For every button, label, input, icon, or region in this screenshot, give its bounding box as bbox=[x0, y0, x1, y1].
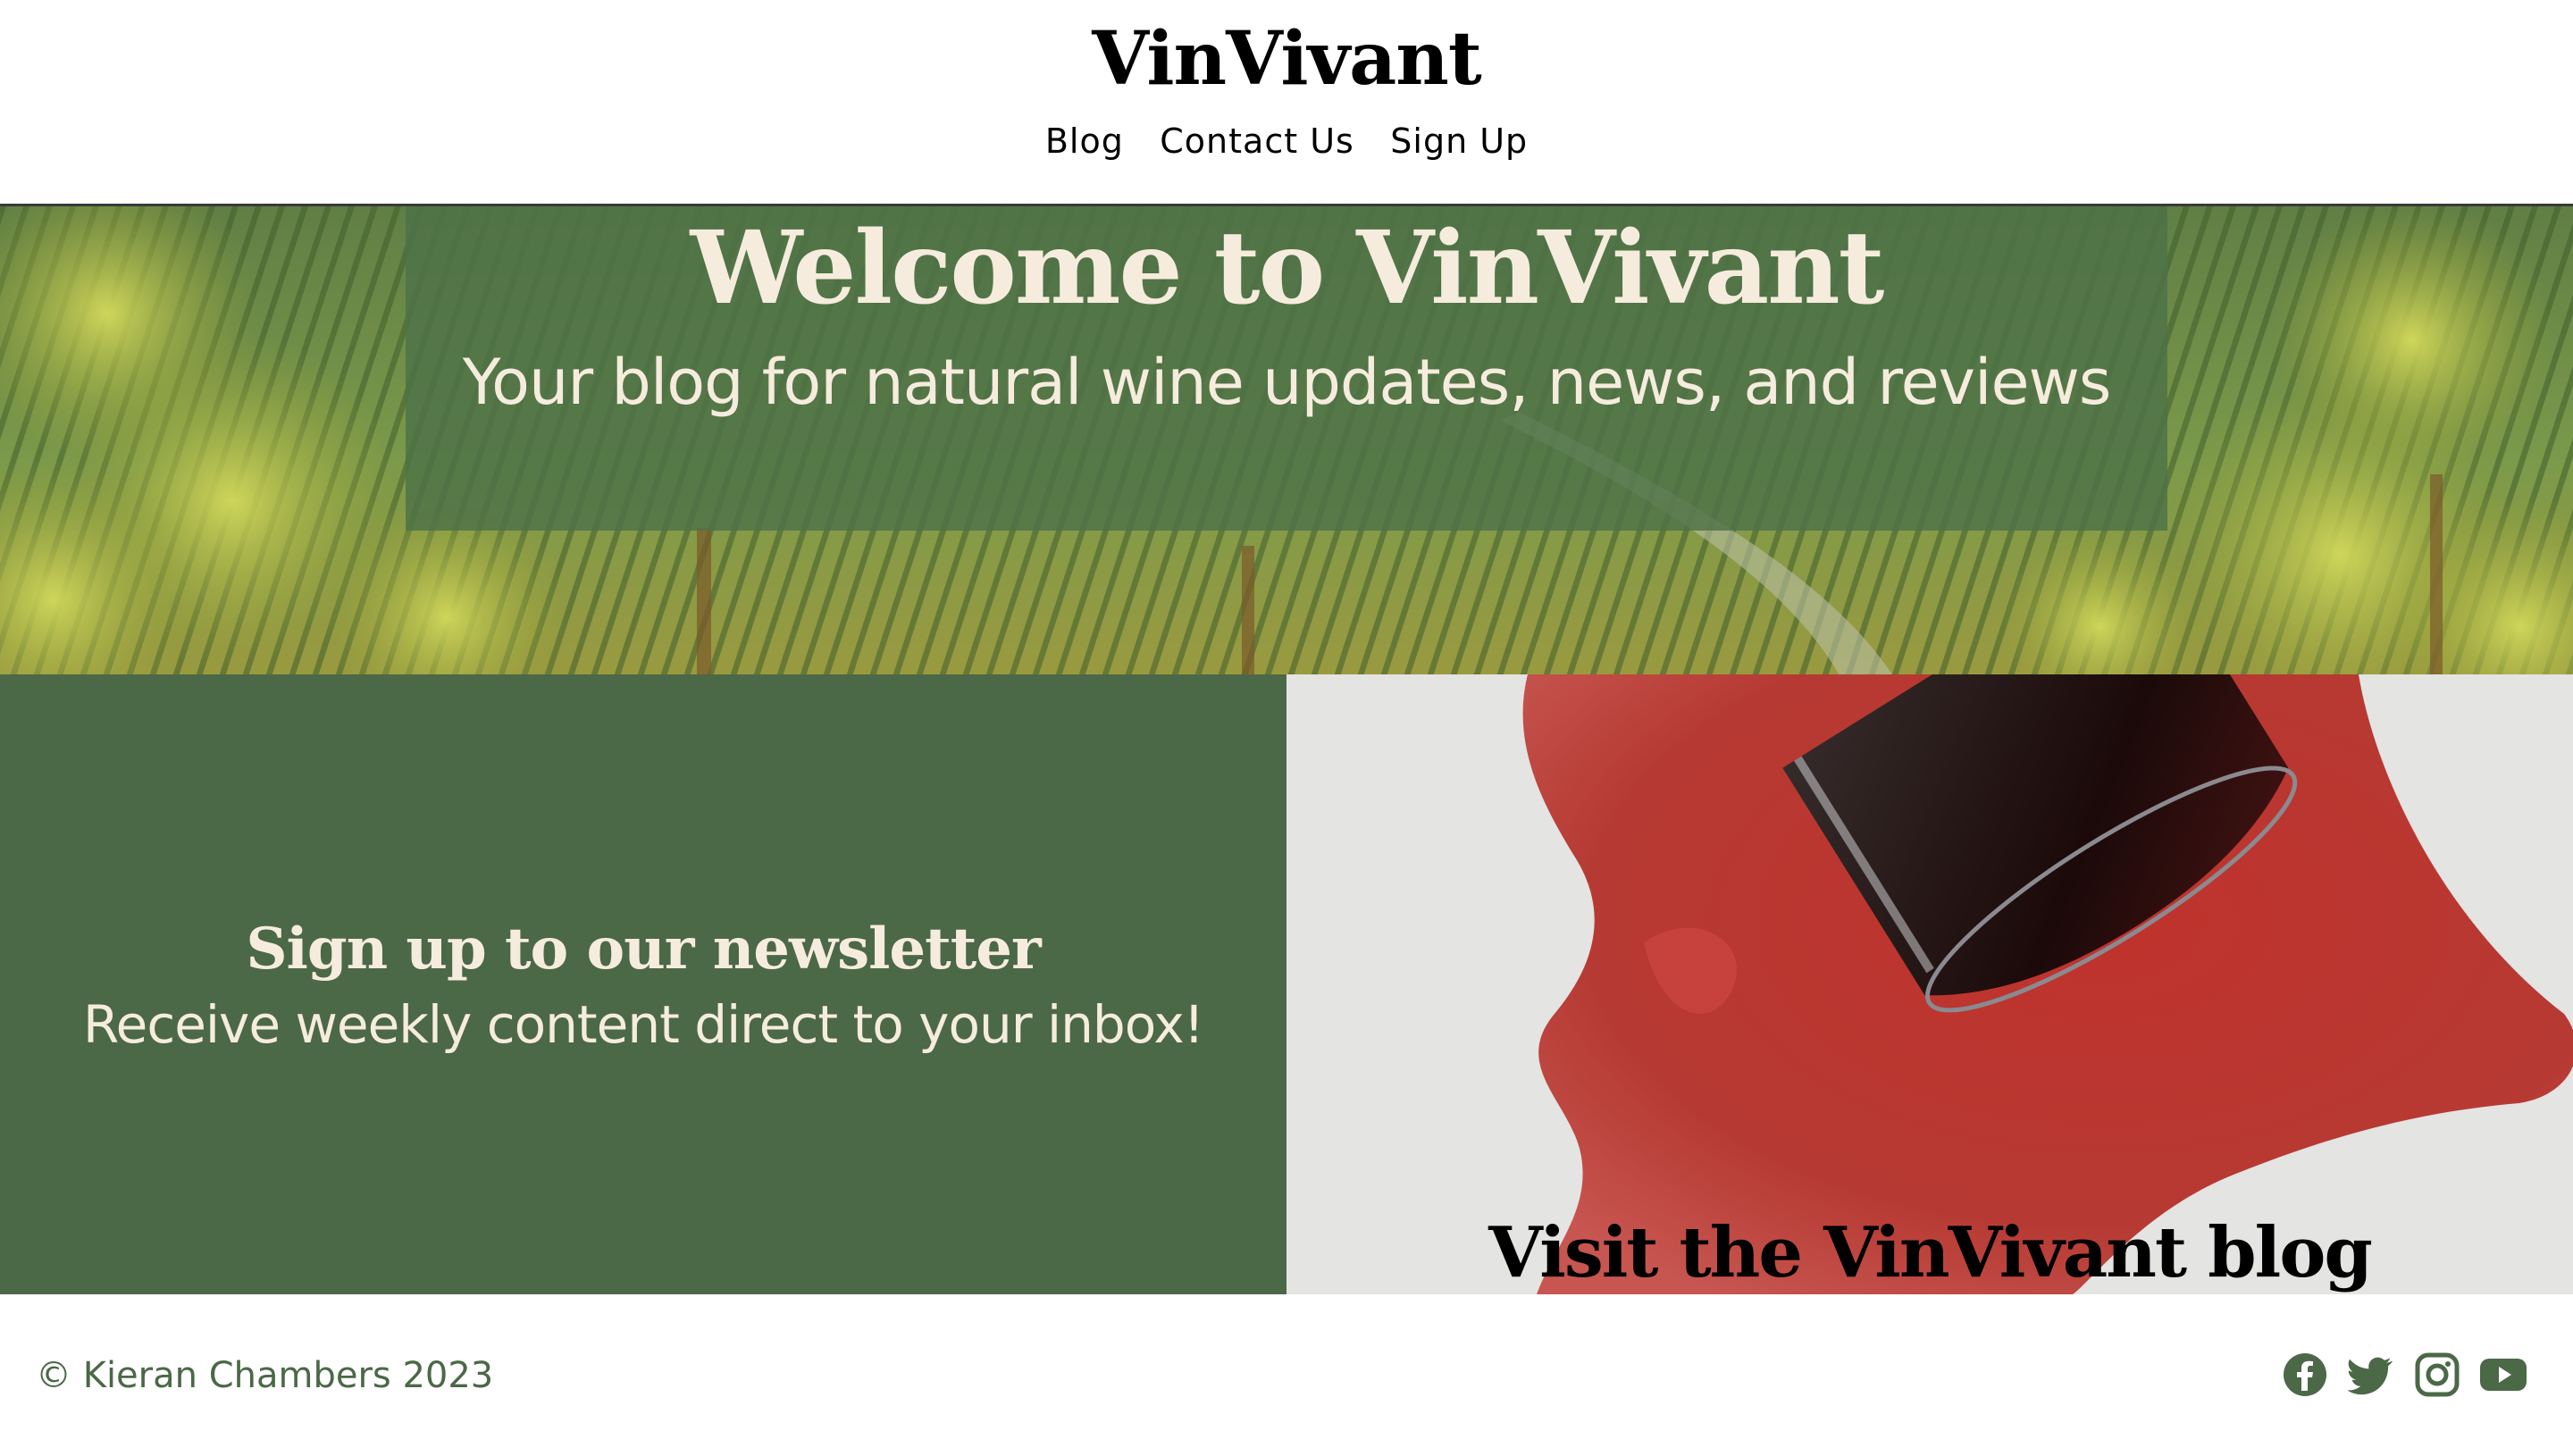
instagram-icon[interactable] bbox=[2414, 1351, 2460, 1398]
hero-section: Welcome to VinVivant Your blog for natur… bbox=[0, 204, 2573, 674]
hero-title: Welcome to VinVivant bbox=[690, 210, 1885, 327]
social-links bbox=[2282, 1351, 2527, 1398]
site-header: VinVivant Blog Contact Us Sign Up bbox=[0, 0, 2573, 204]
nav-link-sign-up[interactable]: Sign Up bbox=[1390, 121, 1528, 161]
hero-overlay-panel: Welcome to VinVivant Your blog for natur… bbox=[406, 206, 2167, 531]
newsletter-subtitle: Receive weekly content direct to your in… bbox=[82, 994, 1204, 1055]
main-nav: Blog Contact Us Sign Up bbox=[0, 121, 2573, 161]
nav-link-blog[interactable]: Blog bbox=[1045, 121, 1124, 161]
site-logo[interactable]: VinVivant bbox=[0, 16, 2573, 102]
copyright-text: © Kieran Chambers 2023 bbox=[36, 1355, 494, 1396]
twitter-icon[interactable] bbox=[2347, 1351, 2394, 1398]
nav-link-contact-us[interactable]: Contact Us bbox=[1160, 121, 1354, 161]
newsletter-title[interactable]: Sign up to our newsletter bbox=[0, 916, 1286, 983]
blog-promo-section[interactable]: Visit the VinVivant blog bbox=[1286, 674, 2573, 1294]
spilled-wine-glass-image bbox=[1286, 674, 2573, 1294]
site-footer: © Kieran Chambers 2023 bbox=[0, 1294, 2573, 1456]
facebook-icon[interactable] bbox=[2282, 1351, 2328, 1398]
newsletter-section[interactable]: Sign up to our newsletter Receive weekly… bbox=[0, 674, 1286, 1294]
visit-blog-link[interactable]: Visit the VinVivant blog bbox=[1286, 1212, 2573, 1293]
youtube-icon[interactable] bbox=[2480, 1351, 2527, 1398]
hero-subtitle: Your blog for natural wine updates, news… bbox=[462, 346, 2112, 419]
